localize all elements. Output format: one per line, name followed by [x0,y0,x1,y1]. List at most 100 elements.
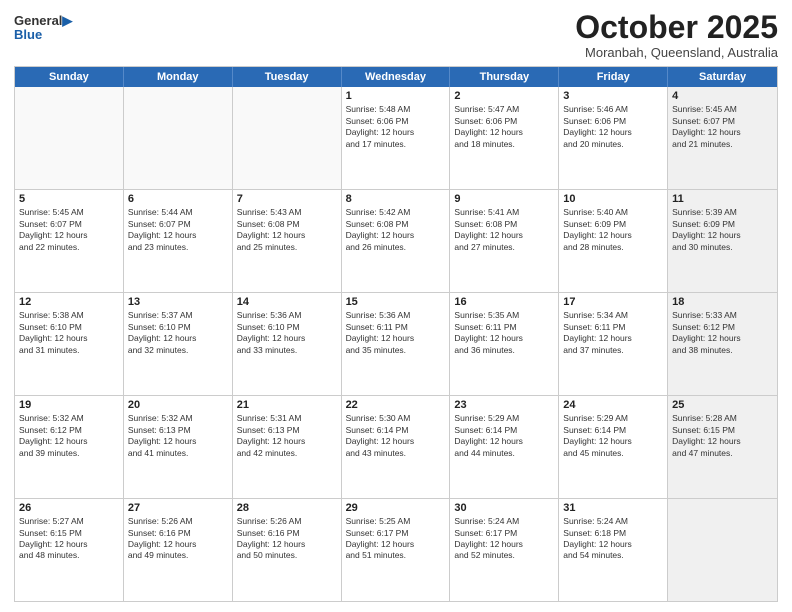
title-block: October 2025 Moranbah, Queensland, Austr… [575,10,778,60]
day-headers: SundayMondayTuesdayWednesdayThursdayFrid… [15,67,777,87]
day-number: 17 [563,296,663,308]
day-number: 7 [237,193,337,205]
day-cell: 24 Sunrise: 5:29 AM Sunset: 6:14 PM Dayli… [559,396,668,498]
day-info: Sunrise: 5:29 AM Sunset: 6:14 PM Dayligh… [454,413,554,459]
day-cell: 19Sunrise: 5:32 AM Sunset: 6:12 PM Dayli… [15,396,124,498]
day-cell: 8 Sunrise: 5:42 AM Sunset: 6:08 PM Daylig… [342,190,451,292]
day-cell: 23Sunrise: 5:29 AM Sunset: 6:14 PM Dayli… [450,396,559,498]
week-row-2: 5Sunrise: 5:45 AM Sunset: 6:07 PM Daylig… [15,190,777,293]
day-cell: 27 Sunrise: 5:26 AM Sunset: 6:16 PM Dayli… [124,499,233,601]
day-cell: 11 Sunrise: 5:39 AM Sunset: 6:09 PM Dayli… [668,190,777,292]
day-cell [124,87,233,189]
day-info: Sunrise: 5:35 AM Sunset: 6:11 PM Dayligh… [454,310,554,356]
day-info: Sunrise: 5:43 AM Sunset: 6:08 PM Dayligh… [237,207,337,253]
day-info: Sunrise: 5:28 AM Sunset: 6:15 PM Dayligh… [672,413,773,459]
day-cell: 3 Sunrise: 5:46 AM Sunset: 6:06 PM Daylig… [559,87,668,189]
week-row-4: 19Sunrise: 5:32 AM Sunset: 6:12 PM Dayli… [15,396,777,499]
day-cell: 21 Sunrise: 5:31 AM Sunset: 6:13 PM Dayli… [233,396,342,498]
day-number: 9 [454,193,554,205]
day-info: Sunrise: 5:27 AM Sunset: 6:15 PM Dayligh… [19,516,119,562]
day-cell: 1Sunrise: 5:48 AM Sunset: 6:06 PM Daylig… [342,87,451,189]
day-info: Sunrise: 5:34 AM Sunset: 6:11 PM Dayligh… [563,310,663,356]
day-number: 26 [19,502,119,514]
day-header-monday: Monday [124,67,233,87]
day-cell: 16 Sunrise: 5:35 AM Sunset: 6:11 PM Dayli… [450,293,559,395]
day-cell: 25 Sunrise: 5:28 AM Sunset: 6:15 PM Dayli… [668,396,777,498]
day-info: Sunrise: 5:29 AM Sunset: 6:14 PM Dayligh… [563,413,663,459]
location: Moranbah, Queensland, Australia [575,45,778,60]
day-cell [233,87,342,189]
logo: General▶ Blue [14,14,72,43]
day-number: 24 [563,399,663,411]
day-cell: 10Sunrise: 5:40 AM Sunset: 6:09 PM Dayli… [559,190,668,292]
day-header-thursday: Thursday [450,67,559,87]
page: General▶ Blue October 2025 Moranbah, Que… [0,0,792,612]
day-number: 19 [19,399,119,411]
day-info: Sunrise: 5:26 AM Sunset: 6:16 PM Dayligh… [237,516,337,562]
day-number: 30 [454,502,554,514]
day-info: Sunrise: 5:39 AM Sunset: 6:09 PM Dayligh… [672,207,773,253]
day-number: 18 [672,296,773,308]
day-number: 16 [454,296,554,308]
day-number: 31 [563,502,663,514]
day-number: 4 [672,90,773,102]
day-cell: 9 Sunrise: 5:41 AM Sunset: 6:08 PM Daylig… [450,190,559,292]
day-info: Sunrise: 5:48 AM Sunset: 6:06 PM Dayligh… [346,104,446,150]
day-number: 3 [563,90,663,102]
day-info: Sunrise: 5:30 AM Sunset: 6:14 PM Dayligh… [346,413,446,459]
day-info: Sunrise: 5:24 AM Sunset: 6:17 PM Dayligh… [454,516,554,562]
day-number: 11 [672,193,773,205]
week-row-3: 12Sunrise: 5:38 AM Sunset: 6:10 PM Dayli… [15,293,777,396]
day-number: 5 [19,193,119,205]
day-info: Sunrise: 5:31 AM Sunset: 6:13 PM Dayligh… [237,413,337,459]
day-header-wednesday: Wednesday [342,67,451,87]
day-number: 13 [128,296,228,308]
day-cell: 7 Sunrise: 5:43 AM Sunset: 6:08 PM Daylig… [233,190,342,292]
day-info: Sunrise: 5:33 AM Sunset: 6:12 PM Dayligh… [672,310,773,356]
day-cell [668,499,777,601]
day-cell: 2 Sunrise: 5:47 AM Sunset: 6:06 PM Daylig… [450,87,559,189]
day-cell: 31 Sunrise: 5:24 AM Sunset: 6:18 PM Dayli… [559,499,668,601]
day-cell: 5Sunrise: 5:45 AM Sunset: 6:07 PM Daylig… [15,190,124,292]
week-row-5: 26 Sunrise: 5:27 AM Sunset: 6:15 PM Dayli… [15,499,777,601]
day-cell: 26 Sunrise: 5:27 AM Sunset: 6:15 PM Dayli… [15,499,124,601]
day-cell: 22Sunrise: 5:30 AM Sunset: 6:14 PM Dayli… [342,396,451,498]
day-info: Sunrise: 5:41 AM Sunset: 6:08 PM Dayligh… [454,207,554,253]
day-number: 15 [346,296,446,308]
day-number: 20 [128,399,228,411]
month-title: October 2025 [575,10,778,45]
calendar-body: 1Sunrise: 5:48 AM Sunset: 6:06 PM Daylig… [15,87,777,601]
day-number: 14 [237,296,337,308]
day-header-saturday: Saturday [668,67,777,87]
day-info: Sunrise: 5:25 AM Sunset: 6:17 PM Dayligh… [346,516,446,562]
day-header-tuesday: Tuesday [233,67,342,87]
day-header-friday: Friday [559,67,668,87]
week-row-1: 1Sunrise: 5:48 AM Sunset: 6:06 PM Daylig… [15,87,777,190]
calendar: SundayMondayTuesdayWednesdayThursdayFrid… [14,66,778,602]
day-header-sunday: Sunday [15,67,124,87]
day-number: 21 [237,399,337,411]
day-info: Sunrise: 5:40 AM Sunset: 6:09 PM Dayligh… [563,207,663,253]
day-cell: 13Sunrise: 5:37 AM Sunset: 6:10 PM Dayli… [124,293,233,395]
day-number: 6 [128,193,228,205]
day-cell: 28Sunrise: 5:26 AM Sunset: 6:16 PM Dayli… [233,499,342,601]
day-number: 25 [672,399,773,411]
day-cell: 20 Sunrise: 5:32 AM Sunset: 6:13 PM Dayli… [124,396,233,498]
day-cell: 29Sunrise: 5:25 AM Sunset: 6:17 PM Dayli… [342,499,451,601]
day-info: Sunrise: 5:24 AM Sunset: 6:18 PM Dayligh… [563,516,663,562]
day-cell: 4 Sunrise: 5:45 AM Sunset: 6:07 PM Daylig… [668,87,777,189]
day-number: 8 [346,193,446,205]
day-cell [15,87,124,189]
day-number: 27 [128,502,228,514]
day-number: 2 [454,90,554,102]
day-cell: 12Sunrise: 5:38 AM Sunset: 6:10 PM Dayli… [15,293,124,395]
day-info: Sunrise: 5:45 AM Sunset: 6:07 PM Dayligh… [672,104,773,150]
day-info: Sunrise: 5:26 AM Sunset: 6:16 PM Dayligh… [128,516,228,562]
day-cell: 14Sunrise: 5:36 AM Sunset: 6:10 PM Dayli… [233,293,342,395]
day-cell: 6Sunrise: 5:44 AM Sunset: 6:07 PM Daylig… [124,190,233,292]
day-info: Sunrise: 5:32 AM Sunset: 6:13 PM Dayligh… [128,413,228,459]
day-info: Sunrise: 5:42 AM Sunset: 6:08 PM Dayligh… [346,207,446,253]
day-info: Sunrise: 5:46 AM Sunset: 6:06 PM Dayligh… [563,104,663,150]
day-info: Sunrise: 5:36 AM Sunset: 6:11 PM Dayligh… [346,310,446,356]
day-info: Sunrise: 5:47 AM Sunset: 6:06 PM Dayligh… [454,104,554,150]
